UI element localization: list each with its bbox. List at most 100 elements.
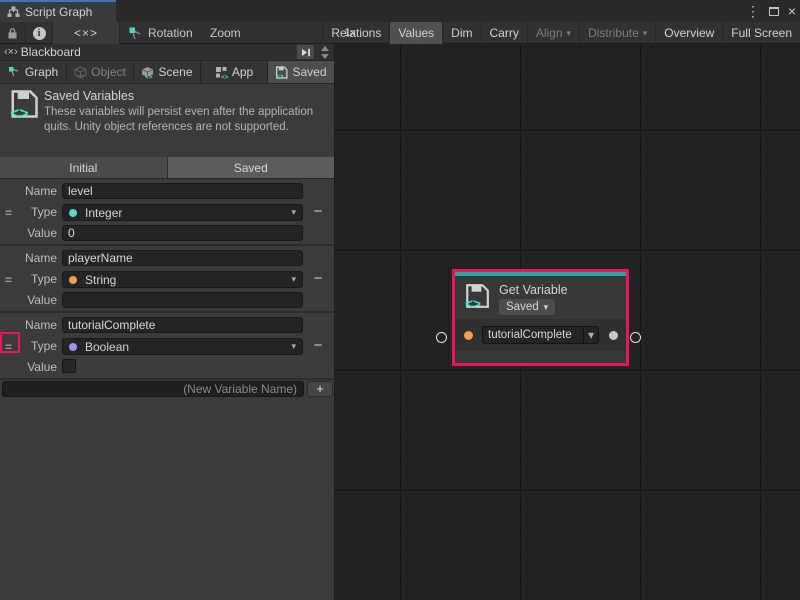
variable-list: Name level = Type Integer ▾ − Value 0 — [0, 179, 334, 380]
svg-text:<>: <> — [277, 73, 285, 79]
node-kind-dropdown[interactable]: Saved ▾ — [499, 299, 555, 315]
scene-variables-icon: <> — [141, 66, 154, 79]
tab-scene[interactable]: <> Scene — [134, 61, 201, 83]
object-variables-icon: <> — [74, 66, 87, 79]
info-title: Saved Variables — [44, 89, 134, 103]
svg-text:<>: <> — [145, 74, 153, 79]
blackboard-panel: ‹×› Blackboard Graph <> Object <> Scene … — [0, 44, 335, 600]
drag-handle-highlight-box — [0, 332, 20, 353]
variable-name-input[interactable]: tutorialComplete — [62, 317, 303, 333]
variable-scope-tabs: Graph <> Object <> Scene <> App <> Saved — [0, 61, 334, 84]
get-variable-node[interactable]: <> Get Variable Saved ▾ tutorialComplete… — [455, 272, 626, 363]
tab-saved[interactable]: <> Saved — [268, 61, 334, 83]
blackboard-icon: ‹×› — [4, 46, 18, 58]
svg-text:<>: <> — [10, 105, 28, 120]
chevron-down-icon: ▾ — [291, 208, 296, 217]
tab-graph[interactable]: Graph — [0, 61, 67, 83]
chevron-down-icon: ▾ — [643, 29, 648, 38]
remove-variable-button[interactable]: − — [310, 204, 326, 221]
type-label: Type — [0, 271, 57, 288]
chevron-down-icon[interactable]: ▾ — [583, 326, 599, 344]
dock-icon — [301, 48, 311, 57]
type-color-dot — [69, 209, 77, 217]
rotation-icon — [128, 26, 143, 41]
node-body: tutorialComplete ▾ — [455, 319, 626, 351]
saved-variables-info: <> Saved Variables These variables will … — [0, 84, 334, 157]
variable-value-input[interactable]: 0 — [62, 225, 303, 241]
tab-initial[interactable]: Initial — [0, 157, 168, 178]
script-graph-icon — [7, 6, 20, 18]
variable-type-dropdown[interactable]: String ▾ — [62, 271, 303, 288]
dock-panel-button[interactable] — [297, 45, 314, 59]
remove-variable-button[interactable]: − — [310, 271, 326, 288]
node-highlight-box: <> Get Variable Saved ▾ tutorialComplete… — [452, 269, 629, 366]
tab-script-graph[interactable]: Script Graph — [0, 0, 116, 22]
add-variable-button[interactable]: + — [307, 381, 333, 397]
variable-row-level: Name level = Type Integer ▾ − Value 0 — [0, 179, 334, 246]
toolbar-button-values[interactable]: Values — [390, 22, 443, 44]
chevron-down-icon: ▾ — [291, 275, 296, 284]
chevron-down-icon: ▾ — [567, 29, 572, 38]
tab-app[interactable]: <> App — [201, 61, 268, 83]
variable-name-input[interactable]: playerName — [62, 250, 303, 266]
toolbar-button-relations[interactable]: Relations — [323, 22, 390, 44]
tab-saved-values[interactable]: Saved — [168, 157, 335, 178]
toolbar-button-distribute[interactable]: Distribute▾ — [580, 22, 656, 44]
name-label: Name — [0, 250, 57, 267]
zoom-label: Zoom — [210, 22, 241, 44]
node-right-outer-port[interactable] — [630, 332, 641, 343]
variable-type-dropdown[interactable]: Boolean ▾ — [62, 338, 303, 355]
value-label: Value — [0, 292, 57, 309]
window-maximize-icon[interactable] — [769, 7, 779, 16]
variable-name-field[interactable]: tutorialComplete ▾ — [482, 326, 599, 344]
toolbar-button-carry[interactable]: Carry — [482, 22, 528, 44]
window-close-icon[interactable]: × — [788, 4, 796, 18]
app-variables-icon: <> — [215, 66, 228, 79]
variable-value-input[interactable] — [62, 292, 303, 308]
saved-variables-icon: <> — [9, 88, 39, 120]
variable-value-checkbox[interactable] — [62, 359, 76, 373]
blackboard-header: ‹×› Blackboard — [0, 44, 334, 61]
tab-object[interactable]: <> Object — [67, 61, 134, 83]
type-color-dot — [69, 276, 77, 284]
graph-variables-icon — [8, 66, 21, 78]
toolbar-button-overview[interactable]: Overview — [656, 22, 723, 44]
window-menu-icon[interactable]: ⋮ — [746, 4, 760, 18]
chevron-down-icon: ▾ — [544, 303, 549, 312]
panel-scroll-arrows[interactable] — [319, 45, 331, 60]
scroll-up-icon[interactable] — [321, 46, 329, 51]
toolbar-button-full-screen[interactable]: Full Screen — [723, 22, 800, 44]
window-titlebar: Script Graph ⋮ × — [0, 0, 800, 22]
code-view-button[interactable]: <×> — [53, 22, 120, 44]
name-label: Name — [0, 183, 57, 200]
new-variable-input[interactable]: (New Variable Name) — [2, 381, 304, 397]
value-label: Value — [0, 359, 57, 376]
scroll-down-icon[interactable] — [321, 54, 329, 59]
new-variable-row: (New Variable Name) + — [0, 380, 334, 400]
remove-variable-button[interactable]: − — [310, 338, 326, 355]
toolbar-button-align[interactable]: Align▾ — [528, 22, 580, 44]
info-icon: i — [33, 27, 46, 40]
info-button[interactable]: i — [26, 22, 53, 44]
variable-row-playername: Name playerName = Type String ▾ − Value — [0, 246, 334, 313]
type-label: Type — [0, 204, 57, 221]
node-output-port[interactable] — [609, 331, 618, 340]
rotation-toggle[interactable]: Rotation — [128, 22, 193, 44]
svg-text:<>: <> — [77, 73, 85, 79]
info-description: These variables will persist even after … — [44, 105, 336, 135]
lock-button[interactable] — [0, 22, 26, 44]
graph-toolbar: i <×> Rotation Zoom 1x Relations Values … — [0, 22, 800, 44]
rotation-label: Rotation — [148, 26, 193, 40]
variable-row-tutorialcomplete: Name tutorialComplete = Type Boolean ▾ −… — [0, 313, 334, 380]
type-color-dot — [69, 343, 77, 351]
toolbar-button-dim[interactable]: Dim — [443, 22, 481, 44]
variable-name-input[interactable]: level — [62, 183, 303, 199]
node-left-outer-port[interactable] — [436, 332, 447, 343]
node-input-port[interactable] — [464, 331, 473, 340]
initial-saved-tabs: Initial Saved — [0, 157, 334, 179]
svg-text:<>: <> — [465, 296, 481, 309]
lock-icon — [7, 27, 18, 39]
tab-title: Script Graph — [25, 5, 92, 19]
svg-text:<>: <> — [221, 74, 228, 79]
variable-type-dropdown[interactable]: Integer ▾ — [62, 204, 303, 221]
